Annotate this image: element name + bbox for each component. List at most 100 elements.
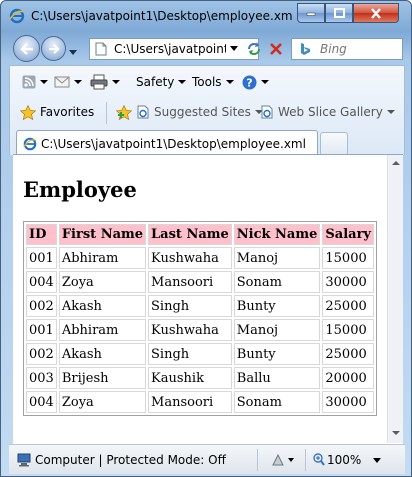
refresh-icon[interactable] (245, 41, 263, 56)
column-header: First Name (58, 224, 147, 245)
table-row: 004 Zoya Mansoori Sonam 30000 (26, 391, 374, 413)
safety-label: Safety (136, 75, 175, 89)
web-slice-gallery-link[interactable]: Web Slice Gallery (260, 104, 395, 120)
ie-logo-icon (23, 137, 37, 150)
back-button[interactable] (13, 35, 40, 62)
table-cell: 25000 (322, 343, 374, 365)
help-icon: ? (242, 75, 257, 89)
page-title: Employee (23, 177, 137, 202)
star-icon (20, 104, 36, 120)
read-mail-button[interactable] (54, 74, 82, 90)
table-cell: Abhiram (58, 319, 147, 341)
table-cell: Mansoori (148, 271, 232, 293)
maximize-button[interactable] (325, 3, 353, 23)
scroll-up-arrow-icon[interactable] (392, 161, 400, 165)
table-cell: 15000 (322, 247, 374, 269)
command-bar: Safety Tools ? (10, 66, 404, 96)
table-cell: Manoj (233, 247, 321, 269)
compat-view-icon[interactable] (271, 453, 295, 467)
web-slice-gallery-label: Web Slice Gallery (278, 105, 383, 119)
page-content: Employee ID First Name Last Name Nick Na… (13, 154, 403, 444)
feeds-button[interactable] (22, 74, 48, 90)
favorites-separator (106, 102, 107, 124)
table-cell: Akash (58, 295, 147, 317)
suggested-sites-label: Suggested Sites (154, 105, 251, 119)
maximize-icon (333, 8, 345, 18)
table-cell: 003 (26, 367, 57, 389)
table-cell: Abhiram (58, 247, 147, 269)
table-cell: 20000 (322, 367, 374, 389)
print-button[interactable] (90, 74, 120, 90)
table-cell: 004 (26, 391, 57, 413)
security-zone-text: Computer | Protected Mode: Off (35, 453, 226, 467)
address-input[interactable]: C:\Users\javatpoint (114, 42, 226, 56)
tab-strip: C:\Users\javatpoint1\Desktop\employee.xm… (10, 128, 404, 156)
table-cell: Mansoori (148, 391, 232, 413)
page-icon (95, 42, 107, 56)
employee-table: ID First Name Last Name Nick Name Salary… (23, 221, 377, 416)
search-input[interactable] (320, 40, 400, 58)
table-cell: Zoya (58, 271, 147, 293)
table-cell: Bunty (233, 343, 321, 365)
printer-icon (90, 74, 108, 90)
address-dropdown-icon[interactable] (230, 46, 238, 52)
favorites-button[interactable]: Favorites (20, 104, 94, 120)
table-cell: 30000 (322, 391, 374, 413)
status-divider (305, 449, 306, 471)
table-cell: Sonam (233, 391, 321, 413)
column-header: Nick Name (233, 224, 321, 245)
suggested-sites-link[interactable]: Suggested Sites (136, 104, 263, 120)
favorites-label: Favorites (40, 105, 95, 119)
close-icon (371, 7, 381, 19)
table-cell: Bunty (233, 295, 321, 317)
table-cell: 002 (26, 295, 57, 317)
mail-icon (54, 76, 70, 88)
ie-page-icon (261, 105, 273, 119)
table-cell: 30000 (322, 271, 374, 293)
table-cell: Akash (58, 343, 147, 365)
tab-employee-xml[interactable]: C:\Users\javatpoint1\Desktop\employee.xm… (16, 130, 318, 156)
table-row: 002 Akash Singh Bunty 25000 (26, 295, 374, 317)
status-bar: Computer | Protected Mode: Off 100% (9, 444, 405, 474)
title-bar[interactable]: C:\Users\javatpoint1\Desktop\employee.xm… (1, 1, 411, 31)
table-cell: 002 (26, 343, 57, 365)
forward-arrow-icon (48, 43, 60, 54)
column-header: ID (26, 224, 57, 245)
table-cell: 001 (26, 319, 57, 341)
chevron-down-icon (69, 50, 77, 55)
column-header: Last Name (148, 224, 232, 245)
scroll-down-arrow-icon[interactable] (392, 431, 400, 435)
table-row: 004 Zoya Mansoori Sonam 30000 (26, 271, 374, 293)
rss-icon (22, 75, 36, 89)
table-cell: Sonam (233, 271, 321, 293)
safety-menu[interactable]: Safety (136, 74, 187, 90)
window-title: C:\Users\javatpoint1\Desktop\employee.xm… (31, 9, 293, 23)
svg-text:?: ? (246, 76, 252, 89)
address-bar[interactable]: C:\Users\javatpoint (89, 38, 259, 60)
minimize-button[interactable] (297, 3, 325, 23)
table-header-row: ID First Name Last Name Nick Name Salary (26, 224, 374, 245)
close-button[interactable] (353, 3, 399, 23)
ie-logo-icon (9, 8, 25, 24)
new-tab-button[interactable] (320, 132, 348, 156)
add-to-favorites-bar-button[interactable] (116, 104, 132, 120)
zoom-icon[interactable] (313, 453, 325, 466)
table-row: 003 Brijesh Kaushik Ballu 20000 (26, 367, 374, 389)
zoom-level[interactable]: 100% (327, 453, 361, 467)
tools-label: Tools (192, 75, 222, 89)
help-menu[interactable]: ? (242, 74, 269, 90)
table-cell: 004 (26, 271, 57, 293)
computer-icon (17, 453, 31, 467)
vertical-scrollbar[interactable] (387, 155, 403, 443)
zoom-dropdown-icon[interactable] (373, 458, 381, 464)
table-cell: Brijesh (58, 367, 147, 389)
table-cell: Manoj (233, 319, 321, 341)
table-cell: 001 (26, 247, 57, 269)
table-cell: 15000 (322, 319, 374, 341)
bing-logo-icon (301, 43, 310, 55)
stop-icon[interactable] (267, 40, 285, 58)
forward-button[interactable] (41, 36, 66, 61)
recent-pages-dropdown[interactable] (69, 45, 77, 55)
tools-menu[interactable]: Tools (192, 74, 234, 90)
table-cell: Kushwaha (148, 319, 232, 341)
